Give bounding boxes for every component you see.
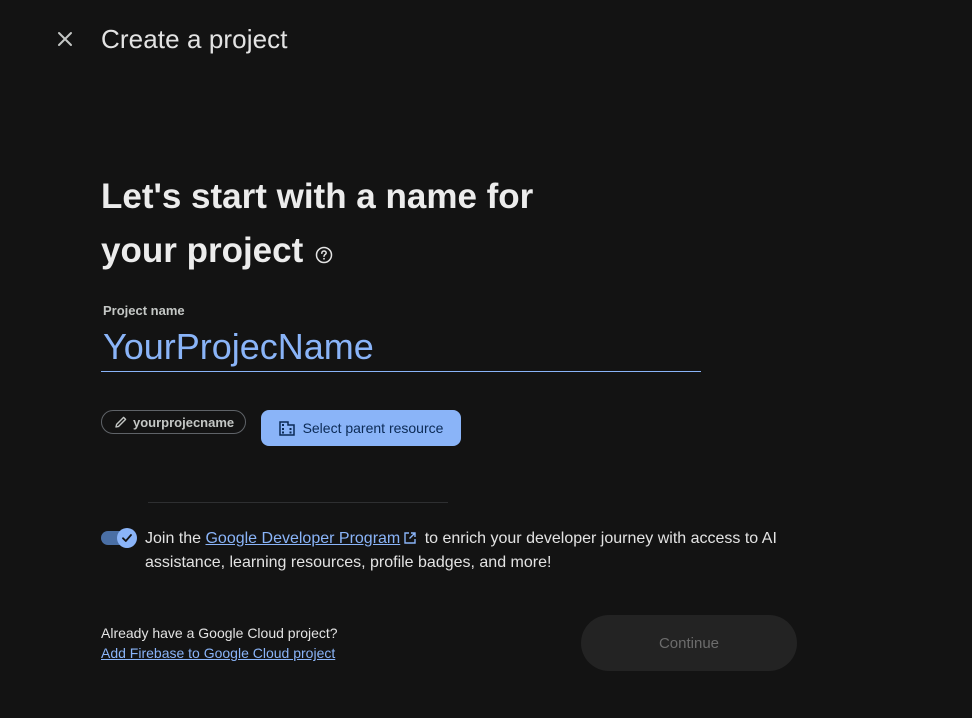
project-name-heading: Let's start with a name for your project <box>101 170 581 278</box>
building-icon <box>278 421 295 436</box>
heading-line-2-wrap: your project <box>101 224 581 278</box>
heading-line-1: Let's start with a name for <box>101 177 534 216</box>
project-name-input[interactable] <box>101 322 701 372</box>
program-text-before: Join the <box>145 530 206 547</box>
external-link-icon <box>403 529 417 544</box>
toggle-knob <box>117 528 137 548</box>
developer-program-link[interactable]: Google Developer Program <box>205 530 400 547</box>
continue-button[interactable]: Continue <box>581 615 797 671</box>
pencil-icon <box>115 416 127 428</box>
project-id-chip[interactable]: yourprojecname <box>101 410 247 434</box>
project-name-label: Project name <box>103 303 185 318</box>
developer-program-text: Join the Google Developer Program to enr… <box>145 527 805 575</box>
close-button[interactable] <box>52 26 78 52</box>
select-parent-label: Select parent resource <box>302 420 444 436</box>
divider <box>148 502 448 503</box>
project-id-text: yourprojecname <box>133 414 235 430</box>
page-title: Create a project <box>101 24 288 54</box>
existing-project-text: Already have a Google Cloud project? <box>101 625 338 641</box>
developer-program-toggle[interactable] <box>101 528 137 548</box>
help-circle-icon[interactable] <box>315 226 333 263</box>
heading-line-2: your project <box>101 231 304 270</box>
close-icon <box>58 32 72 46</box>
select-parent-resource-button[interactable]: Select parent resource <box>261 410 461 446</box>
create-project-page: Create a project Let's start with a name… <box>0 0 972 718</box>
add-firebase-link[interactable]: Add Firebase to Google Cloud project <box>101 645 335 661</box>
check-icon <box>122 534 132 542</box>
